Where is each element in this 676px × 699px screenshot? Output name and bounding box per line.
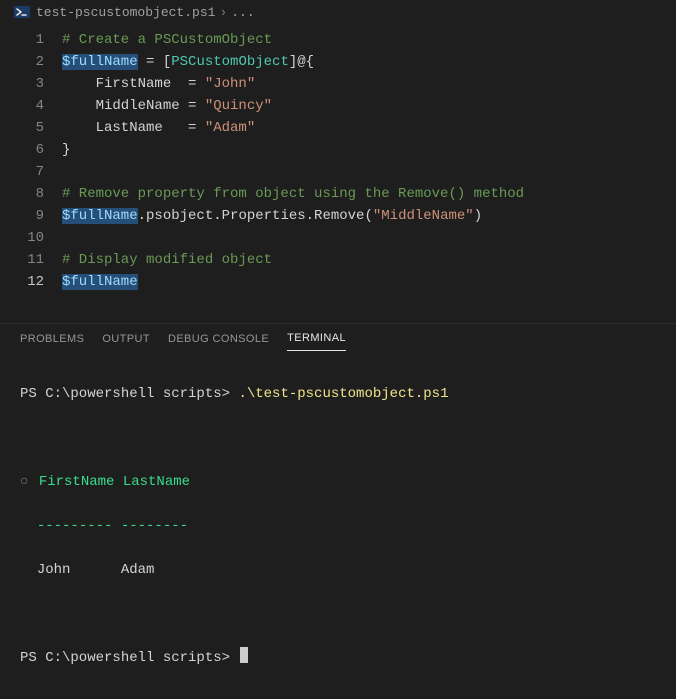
code-line[interactable]: # Create a PSCustomObject bbox=[62, 29, 676, 51]
breadcrumb-file[interactable]: test-pscustomobject.ps1 bbox=[36, 5, 215, 20]
terminal-output-row: ○ John Adam bbox=[20, 559, 656, 581]
code-line[interactable]: LastName = "Adam" bbox=[62, 117, 676, 139]
terminal-prompt: PS C:\powershell scripts> bbox=[20, 386, 238, 402]
code-line[interactable] bbox=[62, 227, 676, 249]
terminal-panel[interactable]: PS C:\powershell scripts> .\test-pscusto… bbox=[0, 351, 676, 699]
tab-problems[interactable]: PROBLEMS bbox=[20, 327, 84, 351]
code-editor[interactable]: 123456789101112 # Create a PSCustomObjec… bbox=[0, 25, 676, 293]
line-number-gutter: 123456789101112 bbox=[0, 29, 62, 293]
tab-debug-console[interactable]: DEBUG CONSOLE bbox=[168, 327, 269, 351]
code-content[interactable]: # Create a PSCustomObject$fullName = [PS… bbox=[62, 29, 676, 293]
terminal-blank bbox=[20, 427, 656, 449]
terminal-line: PS C:\powershell scripts> bbox=[20, 647, 656, 669]
tab-output[interactable]: OUTPUT bbox=[102, 327, 150, 351]
line-number: 3 bbox=[0, 73, 44, 95]
tab-terminal[interactable]: TERMINAL bbox=[287, 326, 346, 351]
terminal-blank bbox=[20, 603, 656, 625]
terminal-line: PS C:\powershell scripts> .\test-pscusto… bbox=[20, 383, 656, 405]
line-number: 10 bbox=[0, 227, 44, 249]
code-line[interactable]: $fullName.psobject.Properties.Remove("Mi… bbox=[62, 205, 676, 227]
code-line[interactable]: $fullName = [PSCustomObject]@{ bbox=[62, 51, 676, 73]
code-line[interactable] bbox=[62, 161, 676, 183]
terminal-prompt: PS C:\powershell scripts> bbox=[20, 650, 238, 666]
line-number: 5 bbox=[0, 117, 44, 139]
terminal-output-dashes: ○ --------- -------- bbox=[20, 515, 656, 537]
code-line[interactable]: $fullName bbox=[62, 271, 676, 293]
powershell-icon bbox=[14, 4, 30, 20]
line-number: 1 bbox=[0, 29, 44, 51]
code-line[interactable]: # Display modified object bbox=[62, 249, 676, 271]
bullet-icon: ○ bbox=[20, 474, 37, 490]
line-number: 6 bbox=[0, 139, 44, 161]
terminal-cursor bbox=[240, 647, 248, 663]
chevron-right-icon: › bbox=[219, 5, 227, 20]
line-number: 11 bbox=[0, 249, 44, 271]
code-line[interactable]: # Remove property from object using the … bbox=[62, 183, 676, 205]
line-number: 9 bbox=[0, 205, 44, 227]
line-number: 8 bbox=[0, 183, 44, 205]
terminal-command: .\test-pscustomobject.ps1 bbox=[238, 386, 448, 402]
terminal-output-header: ○ FirstName LastName bbox=[20, 471, 656, 493]
line-number: 2 bbox=[0, 51, 44, 73]
code-line[interactable]: MiddleName = "Quincy" bbox=[62, 95, 676, 117]
line-number: 4 bbox=[0, 95, 44, 117]
code-line[interactable]: FirstName = "John" bbox=[62, 73, 676, 95]
panel-tabs: PROBLEMS OUTPUT DEBUG CONSOLE TERMINAL bbox=[0, 323, 676, 351]
breadcrumb: test-pscustomobject.ps1 › ... bbox=[0, 0, 676, 25]
breadcrumb-more[interactable]: ... bbox=[231, 5, 254, 20]
line-number: 12 bbox=[0, 271, 44, 293]
line-number: 7 bbox=[0, 161, 44, 183]
code-line[interactable]: } bbox=[62, 139, 676, 161]
